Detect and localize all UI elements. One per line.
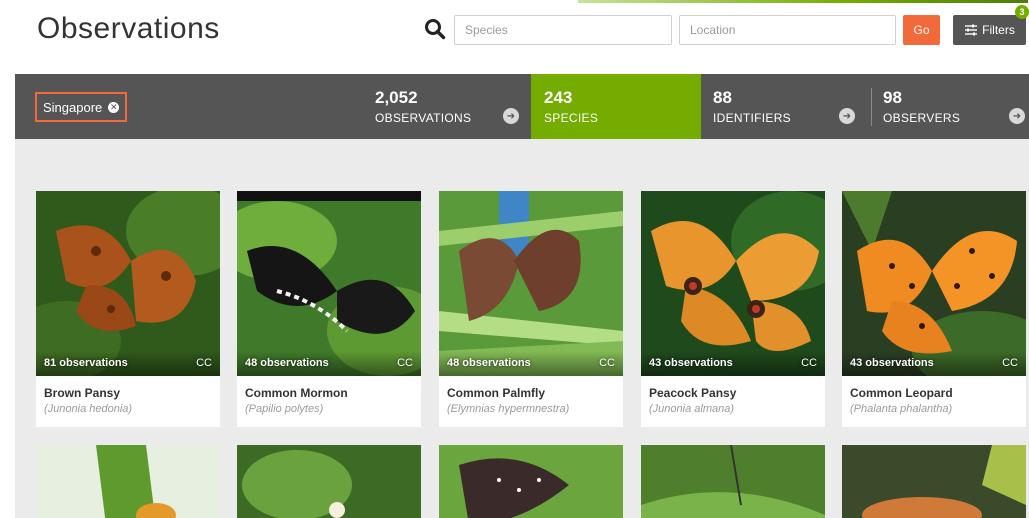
species-photo[interactable]: 48 observations CC xyxy=(439,191,623,376)
observation-count: 81 observations xyxy=(44,357,128,369)
species-photo[interactable]: 43 observations CC xyxy=(842,191,1026,376)
arrow-right-icon[interactable]: ➜ xyxy=(1009,108,1025,124)
observers-count: 98 xyxy=(883,88,902,107)
stat-identifiers[interactable]: 88 IDENTIFIERS ➜ xyxy=(701,74,871,139)
scientific-name: (Phalanta phalantha) xyxy=(850,403,953,415)
observations-label: OBSERVATIONS xyxy=(375,111,472,125)
observation-count: 43 observations xyxy=(649,357,733,369)
place-name: Singapore xyxy=(43,99,103,115)
stat-observers[interactable]: 98 OBSERVERS ➜ xyxy=(871,74,1029,139)
species-card[interactable] xyxy=(237,445,421,518)
species-card[interactable]: 81 observations CC Brown Pansy (Junonia … xyxy=(36,191,220,427)
observations-count: 2,052 xyxy=(375,88,418,107)
license-badge[interactable]: CC xyxy=(196,357,212,369)
license-badge[interactable]: CC xyxy=(599,357,615,369)
species-card[interactable]: 43 observations CC Peacock Pansy (Junoni… xyxy=(641,191,825,427)
sliders-icon xyxy=(965,24,978,36)
filters-label: Filters xyxy=(982,23,1015,37)
common-name[interactable]: Common Leopard xyxy=(850,386,953,400)
common-name[interactable]: Common Mormon xyxy=(245,386,348,400)
location-search-input[interactable] xyxy=(679,15,896,45)
species-search-input[interactable] xyxy=(454,15,672,45)
place-filter-chip[interactable]: Singapore ✕ xyxy=(35,92,128,122)
species-grid: 81 observations CC Brown Pansy (Junonia … xyxy=(15,139,1029,518)
species-card[interactable] xyxy=(36,445,220,518)
scientific-name: (Elymnias hypermnestra) xyxy=(447,403,570,415)
go-button[interactable]: Go xyxy=(903,15,940,45)
common-name[interactable]: Brown Pansy xyxy=(44,386,120,400)
scientific-name: (Junonia hedonia) xyxy=(44,403,133,415)
identifiers-count: 88 xyxy=(713,88,732,107)
filters-count-badge: 3 xyxy=(1015,5,1029,19)
search-icon[interactable] xyxy=(424,18,446,40)
identifiers-label: IDENTIFIERS xyxy=(713,111,791,125)
common-name[interactable]: Peacock Pansy xyxy=(649,386,736,400)
arrow-right-icon[interactable]: ➜ xyxy=(503,108,519,124)
species-photo[interactable]: 48 observations CC xyxy=(237,191,421,376)
stat-species[interactable]: 243 SPECIES xyxy=(531,74,701,139)
species-photo[interactable] xyxy=(237,445,421,518)
header: Observations Go Filters 3 xyxy=(0,0,1029,74)
observation-count: 48 observations xyxy=(245,357,329,369)
species-card[interactable] xyxy=(439,445,623,518)
filters-button[interactable]: Filters xyxy=(953,15,1026,45)
stat-observations[interactable]: 2,052 OBSERVATIONS ➜ xyxy=(360,74,531,139)
license-badge[interactable]: CC xyxy=(1002,357,1018,369)
top-accent-bar xyxy=(578,0,1028,3)
page-title: Observations xyxy=(37,12,220,45)
observers-label: OBSERVERS xyxy=(883,111,961,125)
species-photo[interactable] xyxy=(842,445,1026,518)
species-card[interactable] xyxy=(842,445,1026,518)
scientific-name: (Junonia almana) xyxy=(649,403,734,415)
observation-count: 43 observations xyxy=(850,357,934,369)
species-photo[interactable] xyxy=(36,445,220,518)
observation-count: 48 observations xyxy=(447,357,531,369)
species-count: 243 xyxy=(544,88,573,107)
species-label: SPECIES xyxy=(544,111,599,125)
species-card[interactable] xyxy=(641,445,825,518)
species-photo[interactable] xyxy=(641,445,825,518)
species-photo[interactable]: 81 observations CC xyxy=(36,191,220,376)
species-card[interactable]: 43 observations CC Common Leopard (Phala… xyxy=(842,191,1026,427)
license-badge[interactable]: CC xyxy=(397,357,413,369)
close-icon[interactable]: ✕ xyxy=(108,101,120,113)
scientific-name: (Papilio polytes) xyxy=(245,403,324,415)
species-photo[interactable]: 43 observations CC xyxy=(641,191,825,376)
license-badge[interactable]: CC xyxy=(801,357,817,369)
arrow-right-icon[interactable]: ➜ xyxy=(839,108,855,124)
species-photo[interactable] xyxy=(439,445,623,518)
common-name[interactable]: Common Palmfly xyxy=(447,386,545,400)
stats-bar: Singapore ✕ 2,052 OBSERVATIONS ➜ 243 SPE… xyxy=(15,74,1029,139)
species-card[interactable]: 48 observations CC Common Mormon (Papili… xyxy=(237,191,421,427)
species-card[interactable]: 48 observations CC Common Palmfly (Elymn… xyxy=(439,191,623,427)
